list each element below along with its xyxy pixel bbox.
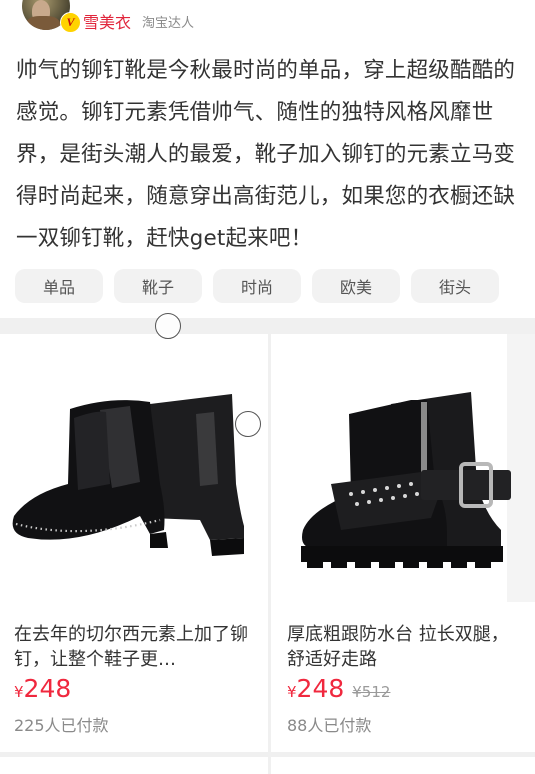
circle-marker-icon: [155, 313, 181, 339]
tag-chip[interactable]: 街头: [411, 269, 499, 303]
price-value: 248: [23, 674, 72, 703]
circle-marker-icon: [235, 411, 261, 437]
buckle-boot-icon: [271, 334, 535, 602]
author-header: V 雪美衣 淘宝达人: [0, 0, 535, 40]
author-tag: 淘宝达人: [142, 16, 195, 31]
original-price: ¥512: [352, 683, 391, 701]
author-name[interactable]: 雪美衣: [83, 9, 131, 33]
product-price: ¥248 ¥512: [287, 674, 390, 703]
currency-symbol: ¥: [287, 683, 297, 701]
tag-chip[interactable]: 欧美: [312, 269, 400, 303]
product-card[interactable]: 在去年的切尔西元素上加了铆钉，让整个鞋子更… ¥248 225人已付款: [0, 334, 268, 752]
tag-chip[interactable]: 时尚: [213, 269, 301, 303]
product-price: ¥248: [14, 674, 71, 703]
verified-badge-icon: V: [60, 12, 81, 33]
sold-count: 225人已付款: [14, 716, 109, 735]
product-card[interactable]: [271, 757, 535, 774]
post-description: 帅气的铆钉靴是今秋最时尚的单品，穿上超级酷酷的感觉。铆钉元素凭借帅气、随性的独特…: [16, 58, 516, 251]
chelsea-boot-icon: [0, 334, 268, 602]
currency-symbol: ¥: [14, 683, 24, 701]
product-card[interactable]: 厚底粗跟防水台 拉长双腿，舒适好走路 ¥248 ¥512 88人已付款: [271, 334, 535, 752]
sold-count: 88人已付款: [287, 716, 372, 735]
product-title: 在去年的切尔西元素上加了铆钉，让整个鞋子更…: [14, 624, 248, 670]
price-value: 248: [296, 674, 345, 703]
product-card[interactable]: [0, 757, 268, 774]
tag-list: 单品 靴子 时尚 欧美 街头: [15, 269, 525, 303]
tag-chip[interactable]: 单品: [15, 269, 103, 303]
tag-chip[interactable]: 靴子: [114, 269, 202, 303]
product-title: 厚底粗跟防水台 拉长双腿，舒适好走路: [287, 624, 509, 670]
